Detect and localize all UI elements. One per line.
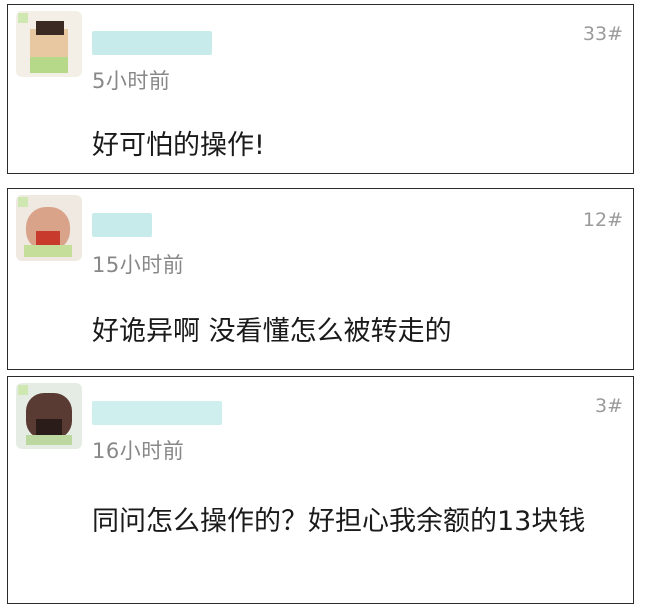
comment-text: 好可怕的操作!	[92, 130, 265, 161]
avatar[interactable]	[16, 11, 82, 77]
comment-card: 5小时前 33# 好可怕的操作!	[7, 4, 634, 174]
comment-text: 好诡异啊 没看懂怎么被转走的	[92, 316, 452, 347]
comment-time: 15小时前	[92, 253, 185, 277]
comment-time: 16小时前	[92, 439, 185, 463]
floor-number: 3#	[594, 395, 623, 417]
comment-text: 同问怎么操作的？好担心我余额的13块钱	[92, 506, 586, 537]
comment-card: 16小时前 3# 同问怎么操作的？好担心我余额的13块钱	[7, 376, 634, 604]
avatar[interactable]	[16, 195, 82, 261]
floor-number: 12#	[582, 209, 623, 231]
floor-number: 33#	[582, 23, 623, 45]
comment-card: 15小时前 12# 好诡异啊 没看懂怎么被转走的	[7, 188, 634, 370]
comment-time: 5小时前	[92, 69, 171, 93]
username-blurred[interactable]	[92, 31, 212, 55]
username-blurred[interactable]	[92, 401, 222, 425]
username-blurred[interactable]	[92, 213, 152, 237]
avatar[interactable]	[16, 383, 82, 449]
